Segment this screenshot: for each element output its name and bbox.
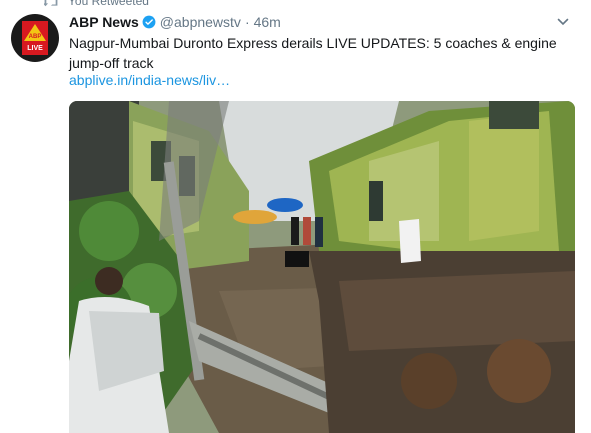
tweet-link[interactable]: abplive.in/india-news/liv… xyxy=(69,72,230,88)
avatar[interactable]: ABP LIVE xyxy=(11,14,59,62)
separator-dot: · xyxy=(244,14,250,30)
retweet-context-label: You Retweeted xyxy=(68,0,149,8)
tweet-timestamp[interactable]: 46m xyxy=(254,14,281,30)
verified-badge-icon xyxy=(142,15,156,29)
retweet-context: You Retweeted xyxy=(44,0,149,8)
tweet-text: Nagpur-Mumbai Duronto Express derails LI… xyxy=(69,35,557,71)
derailed-train-photo xyxy=(69,101,575,433)
author-name[interactable]: ABP News xyxy=(69,14,139,30)
author-handle[interactable]: @abpnewstv xyxy=(160,14,241,30)
retweet-icon xyxy=(44,0,58,7)
logo-text-abp: ABP xyxy=(29,34,42,40)
tweet-header: ABP News @abpnewstv · 46m xyxy=(69,12,579,32)
logo-text-live: LIVE xyxy=(27,45,43,52)
tweet-media-photo[interactable] xyxy=(69,101,575,433)
abp-live-logo-icon: ABP LIVE xyxy=(22,21,48,55)
chevron-down-icon[interactable] xyxy=(557,16,569,28)
